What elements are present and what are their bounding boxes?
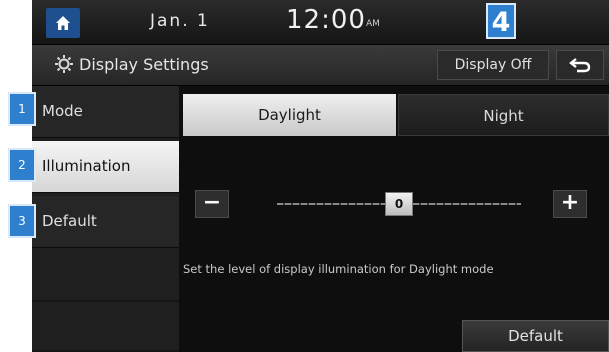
mode-tabs: Daylight Night	[183, 94, 609, 136]
sidebar-item-mode[interactable]: Mode	[32, 86, 179, 138]
display-off-button[interactable]: Display Off	[437, 50, 549, 80]
home-icon	[56, 16, 70, 30]
sidebar-item-label: Mode	[42, 102, 83, 120]
sidebar-item-label: Illumination	[42, 157, 131, 175]
illumination-slider-thumb[interactable]: 0	[385, 192, 413, 216]
decrease-button[interactable]: −	[195, 190, 229, 218]
display-settings-icon	[55, 55, 73, 73]
callout-marker-3: 3	[8, 204, 36, 238]
tab-night[interactable]: Night	[398, 94, 609, 136]
status-bar: Jan. 1 12:00 AM 4	[32, 0, 609, 45]
tab-daylight[interactable]: Daylight	[183, 94, 396, 136]
illumination-description: Set the level of display illumination fo…	[183, 262, 494, 276]
callout-marker-2: 2	[8, 148, 36, 182]
back-button[interactable]	[556, 50, 604, 80]
page-title: Display Settings	[79, 55, 209, 74]
head-unit-screen: Jan. 1 12:00 AM 4 Display Settings Displ…	[32, 0, 609, 352]
sidebar-item-illumination[interactable]: Illumination	[32, 141, 179, 193]
status-time: 12:00	[286, 5, 366, 35]
title-bar: Display Settings Display Off	[32, 45, 609, 86]
sidebar-menu: Mode Illumination Default	[32, 86, 179, 352]
back-arrow-icon	[569, 58, 591, 73]
increase-button[interactable]: +	[553, 190, 587, 218]
sidebar-item-default[interactable]: Default	[32, 196, 179, 248]
callout-marker-1: 1	[8, 92, 36, 126]
home-button[interactable]	[46, 8, 80, 38]
callout-marker-4: 4	[486, 3, 516, 39]
sidebar-item-label: Default	[42, 212, 97, 230]
status-date: Jan. 1	[150, 11, 210, 31]
default-button[interactable]: Default	[462, 320, 609, 352]
main-panel: Daylight Night − 0 + Set the level of di…	[179, 86, 609, 352]
sidebar-empty-area	[32, 252, 179, 352]
status-ampm: AM	[366, 19, 380, 29]
